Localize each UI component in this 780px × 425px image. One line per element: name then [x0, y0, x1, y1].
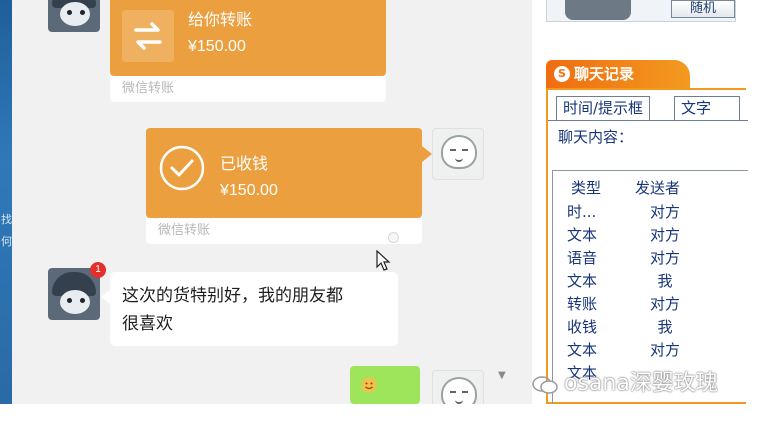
- row-type[interactable]: 文本: [567, 339, 597, 362]
- top-controls: 随机: [546, 0, 736, 22]
- transfer-title: 给你转账: [188, 10, 253, 29]
- outgoing-voice-message[interactable]: [350, 366, 420, 404]
- my-avatar[interactable]: [432, 370, 484, 404]
- contact-avatar[interactable]: [48, 0, 100, 32]
- row-type[interactable]: 语音: [567, 247, 597, 270]
- chat-panel: 给你转账 ¥150.00 微信转账 已收钱 ¥150.00 微信转账 1 这次的…: [12, 0, 532, 404]
- message-line: 这次的货特别好，我的朋友都: [122, 286, 343, 306]
- row-type[interactable]: 收钱: [567, 316, 597, 339]
- row-sender[interactable]: 对方: [645, 201, 685, 224]
- history-title-tab[interactable]: S 聊天记录: [546, 60, 690, 88]
- status-dot-icon: [388, 232, 399, 243]
- emoji-icon: [361, 377, 377, 393]
- chat-content-label: 聊天内容：: [558, 128, 634, 146]
- received-message[interactable]: 已收钱 ¥150.00 微信转账: [146, 128, 432, 244]
- wechat-logo-icon: [532, 376, 558, 394]
- row-type[interactable]: 文本: [567, 270, 597, 293]
- contact-avatar[interactable]: 1: [48, 262, 106, 320]
- row-sender[interactable]: 对方: [645, 247, 685, 270]
- watermark-text: osana深婴玫瑰: [564, 371, 718, 396]
- screen: 找 何 给你转账 ¥150.00 微信转账 已收钱 ¥150.00 微信转账 1…: [0, 0, 780, 425]
- text-message[interactable]: 这次的货特别好，我的朋友都 很喜欢: [101, 272, 398, 346]
- row-type[interactable]: 文本: [567, 224, 597, 247]
- bubble-tail: [101, 290, 110, 304]
- row-type[interactable]: 时...: [567, 201, 596, 224]
- mouse-cursor-icon: [376, 250, 391, 271]
- transfer-amount: ¥150.00: [188, 38, 246, 55]
- watermark: osana深婴玫瑰: [530, 366, 770, 402]
- received-amount: ¥150.00: [220, 182, 278, 199]
- edge-glyph: 找: [1, 213, 12, 226]
- bottom-margin: [0, 404, 780, 425]
- column-header-sender: 发送者: [635, 179, 681, 197]
- avatar-thumbnail: [565, 0, 631, 20]
- row-type[interactable]: 转账: [567, 293, 597, 316]
- bubble-tail: [422, 146, 432, 162]
- scroll-down-icon[interactable]: ▼: [498, 370, 506, 381]
- message-line: 很喜欢: [122, 314, 173, 334]
- history-box: 时间/提示框 文字 聊天内容： 类型 发送者 时... 对方 文本 对方 语音 …: [546, 88, 748, 406]
- row-sender[interactable]: 对方: [645, 224, 685, 247]
- received-title: 已收钱: [220, 154, 269, 173]
- history-title: 聊天记录: [574, 65, 635, 83]
- unread-badge: 1: [90, 262, 106, 278]
- row-sender[interactable]: 我: [645, 316, 685, 339]
- history-logo-icon: S: [554, 66, 570, 82]
- received-footer: 微信转账: [146, 218, 422, 244]
- row-sender[interactable]: 我: [645, 270, 685, 293]
- edge-glyph: 何: [1, 235, 12, 248]
- transfer-footer: 微信转账: [110, 76, 386, 102]
- tab-time-prompt[interactable]: 时间/提示框: [556, 96, 651, 120]
- random-button[interactable]: 随机: [671, 0, 735, 18]
- transfer-message[interactable]: 给你转账 ¥150.00 微信转账: [110, 0, 386, 102]
- check-circle-icon: [158, 144, 206, 192]
- my-avatar[interactable]: [432, 128, 484, 180]
- tab-text[interactable]: 文字: [674, 96, 740, 120]
- left-window-edge: 找 何: [0, 0, 12, 404]
- row-sender[interactable]: 对方: [645, 293, 685, 316]
- column-header-type: 类型: [571, 179, 602, 197]
- history-panel: 随机 S 聊天记录 时间/提示框 文字 聊天内容： 类型 发送者 时... 对方…: [540, 0, 780, 406]
- row-sender[interactable]: 对方: [645, 339, 685, 362]
- transfer-arrows-icon: [122, 10, 174, 62]
